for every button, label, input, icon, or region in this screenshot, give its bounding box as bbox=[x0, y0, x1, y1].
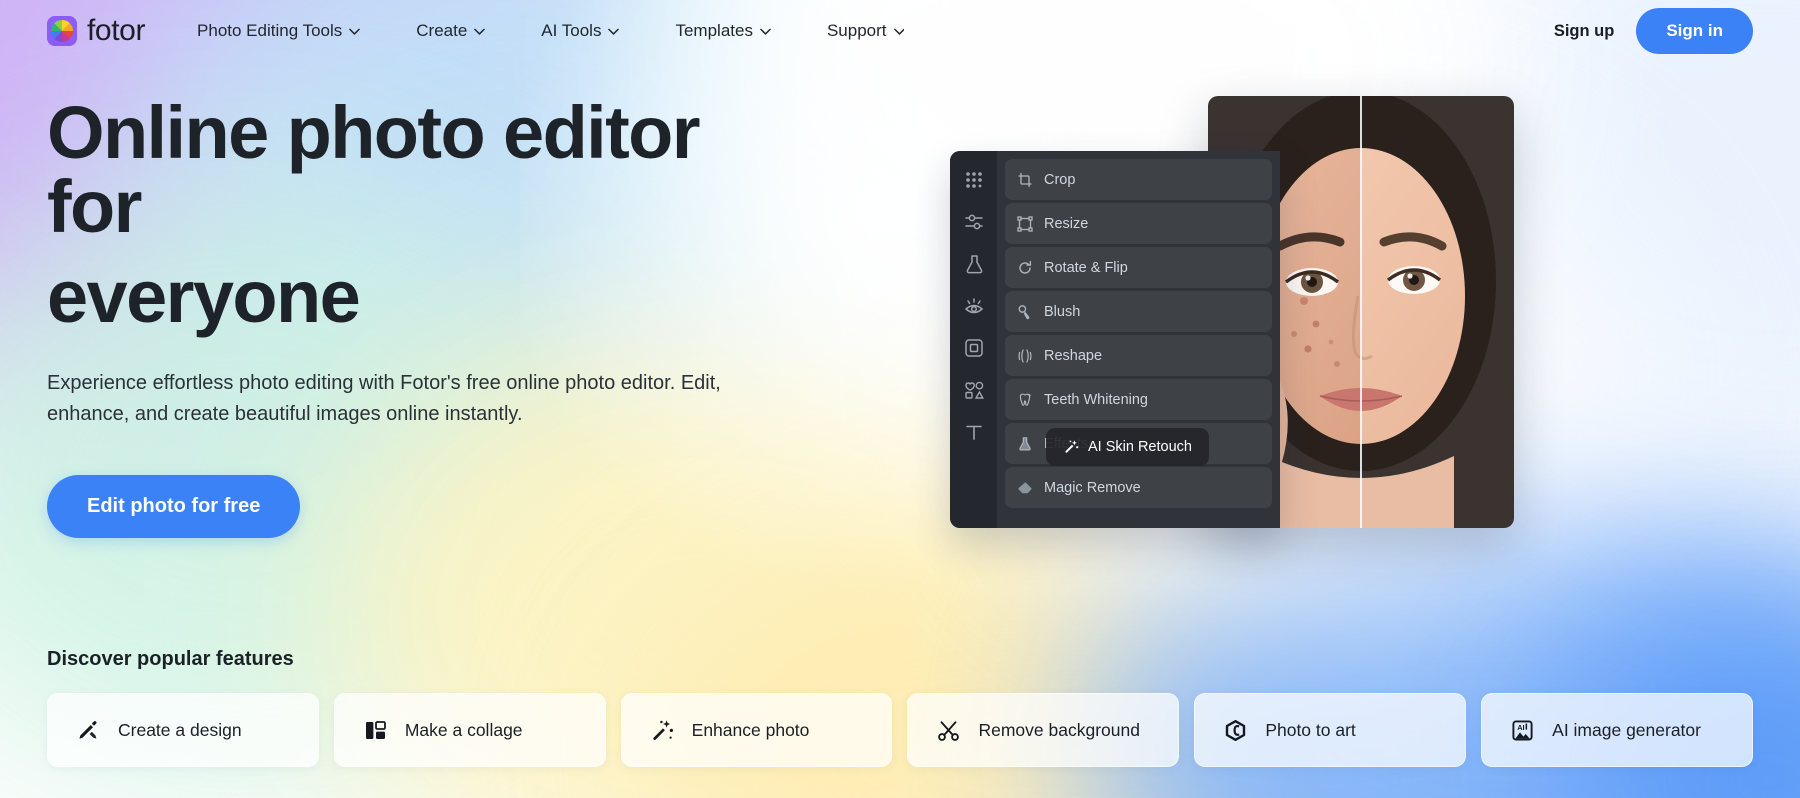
pencil-ruler-icon bbox=[76, 718, 101, 743]
feature-card-label: Enhance photo bbox=[691, 719, 810, 740]
nav-label: Templates bbox=[675, 21, 753, 40]
feature-card-photo-to-art[interactable]: Photo to art bbox=[1194, 693, 1467, 767]
nav-label: Create bbox=[416, 21, 468, 40]
site-header: fotor Photo Editing Tools Create AI Tool… bbox=[0, 0, 1800, 62]
hero-title-line-1: Online photo editor for bbox=[47, 91, 701, 248]
svg-text:AI: AI bbox=[1517, 723, 1524, 732]
nav-item-ai-tools[interactable]: AI Tools bbox=[541, 13, 653, 49]
logo-text: fotor bbox=[87, 14, 146, 47]
feature-card-label: Make a collage bbox=[404, 719, 523, 740]
feature-card-label: Photo to art bbox=[1265, 719, 1356, 740]
scissors-icon bbox=[936, 718, 961, 743]
nav-item-templates[interactable]: Templates bbox=[675, 13, 804, 49]
nav-label: Photo Editing Tools bbox=[197, 21, 343, 40]
hero-section: Online photo editor for everyone Experie… bbox=[0, 62, 1800, 538]
sign-in-button[interactable]: Sign in bbox=[1636, 8, 1753, 54]
feature-card-make-a-collage[interactable]: Make a collage bbox=[333, 693, 606, 767]
sign-up-link[interactable]: Sign up bbox=[1554, 22, 1615, 41]
nav-item-create[interactable]: Create bbox=[416, 13, 519, 49]
hero-title-line-2: everyone bbox=[47, 255, 361, 338]
nav-label: AI Tools bbox=[541, 21, 602, 40]
feature-card-enhance-photo[interactable]: Enhance photo bbox=[620, 693, 893, 767]
logo[interactable]: fotor bbox=[47, 16, 145, 46]
feature-card-label: AI image generator bbox=[1552, 719, 1701, 740]
color-wheel-icon bbox=[47, 16, 77, 46]
collage-icon bbox=[363, 718, 388, 743]
nav-label: Support bbox=[826, 21, 887, 40]
popular-features-section: Discover popular features Create a desig… bbox=[47, 648, 1753, 767]
chevron-down-icon bbox=[760, 28, 771, 35]
edit-photo-for-free-button[interactable]: Edit photo for free bbox=[47, 475, 301, 538]
chevron-down-icon bbox=[349, 28, 361, 35]
feature-card-label: Create a design bbox=[118, 719, 242, 740]
header-actions: Sign up Sign in bbox=[1554, 8, 1753, 54]
feature-card-list: Create a design Make a collage Enhance p… bbox=[47, 693, 1753, 767]
feature-card-ai-image-generator[interactable]: AI AI image generator bbox=[1481, 693, 1753, 767]
feature-card-remove-background[interactable]: Remove background bbox=[907, 693, 1180, 767]
main-nav: Photo Editing Tools Create AI Tools Temp… bbox=[197, 13, 938, 49]
features-heading: Discover popular features bbox=[47, 648, 294, 670]
chevron-down-icon bbox=[893, 28, 905, 35]
feature-card-label: Remove background bbox=[978, 719, 1140, 740]
nav-item-support[interactable]: Support bbox=[827, 13, 939, 49]
chevron-down-icon bbox=[474, 28, 486, 35]
feature-card-create-a-design[interactable]: Create a design bbox=[47, 693, 319, 767]
magic-wand-icon bbox=[650, 718, 675, 743]
page-title: Online photo editor for everyone bbox=[47, 96, 807, 334]
ai-image-icon: AI bbox=[1510, 718, 1535, 743]
hero-subtitle: Experience effortless photo editing with… bbox=[47, 372, 721, 425]
nav-item-photo-editing-tools[interactable]: Photo Editing Tools bbox=[197, 13, 394, 49]
chevron-down-icon bbox=[608, 28, 620, 35]
gem-icon bbox=[1223, 718, 1248, 743]
